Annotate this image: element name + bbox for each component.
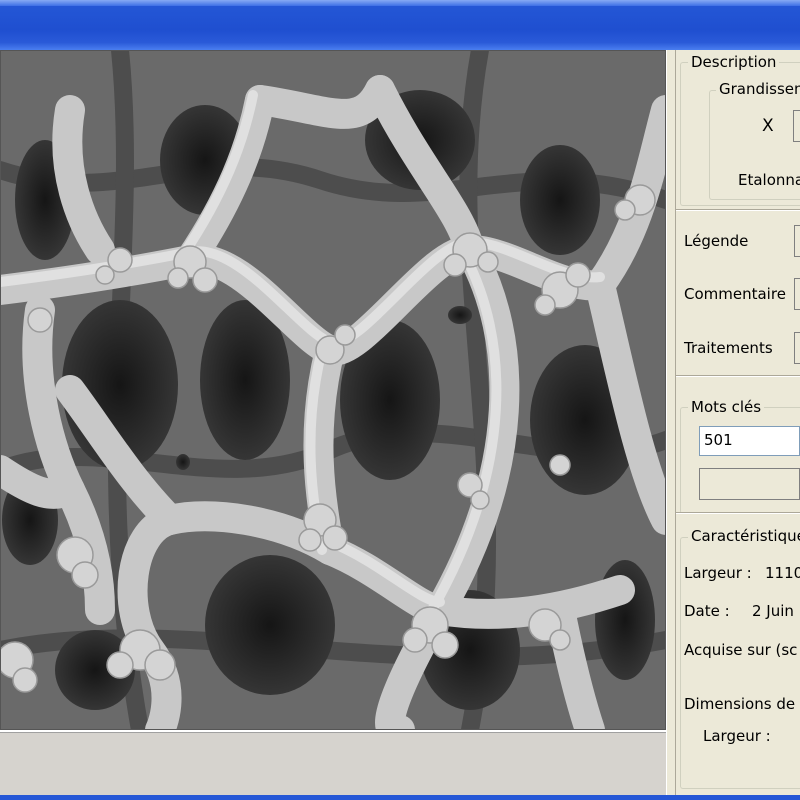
- window-frame-bottom: [0, 795, 800, 800]
- properties-panel: Description Grandissem X Etalonna Légend…: [676, 50, 800, 795]
- dimensions-label: Dimensions de: [684, 695, 796, 713]
- traitements-label: Traitements: [684, 339, 773, 357]
- window-titlebar[interactable]: [0, 0, 800, 50]
- traitements-field[interactable]: [794, 332, 800, 364]
- commentaire-label: Commentaire: [684, 285, 786, 303]
- sem-image: [0, 50, 666, 730]
- mots-cles-input[interactable]: 501: [699, 426, 800, 456]
- legende-field[interactable]: [794, 225, 800, 257]
- mots-cles-value: 501: [704, 431, 733, 449]
- acquise-label: Acquise sur (sc: [684, 641, 798, 659]
- image-viewer[interactable]: [0, 50, 666, 732]
- largeur-value: 1110: [765, 564, 800, 582]
- dimensions-largeur-label: Largeur :: [703, 727, 771, 745]
- commentaire-field[interactable]: [794, 278, 800, 310]
- multiplier-label: X: [762, 116, 774, 136]
- legende-label: Légende: [684, 232, 749, 250]
- date-label: Date :: [684, 602, 730, 620]
- caracteristiques-title: Caractéristique: [688, 527, 800, 545]
- image-status-strip: [0, 732, 666, 796]
- etalonnage-label: Etalonna: [738, 171, 800, 189]
- separator-2: [676, 375, 800, 377]
- titlebar-highlight: [0, 0, 800, 6]
- date-value: 2 Juin: [752, 602, 794, 620]
- grandissement-group-title: Grandissem: [716, 80, 800, 98]
- largeur-label: Largeur :: [684, 564, 752, 582]
- mots-cles-title: Mots clés: [688, 398, 765, 416]
- panel-splitter[interactable]: [666, 50, 676, 795]
- separator-3: [676, 512, 800, 514]
- description-group-title: Description: [688, 53, 780, 71]
- separator-1: [676, 209, 800, 211]
- mots-cles-second-input[interactable]: [699, 468, 800, 500]
- grandissement-field[interactable]: [793, 110, 800, 142]
